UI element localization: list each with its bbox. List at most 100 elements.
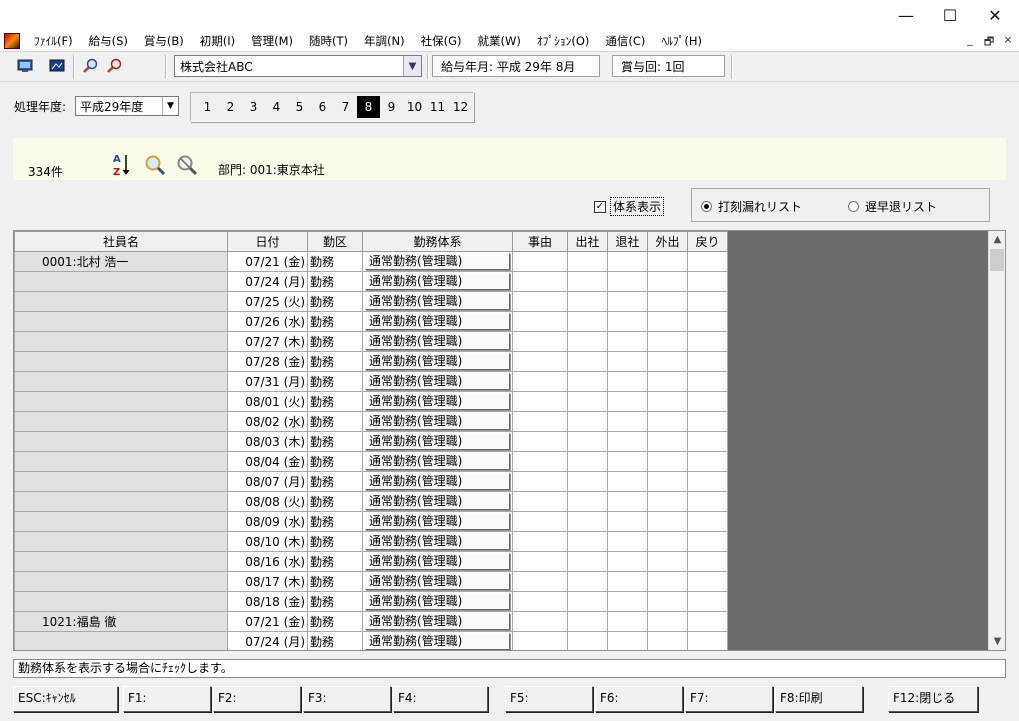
- clock-out-cell[interactable]: [607, 411, 648, 432]
- go-out-cell[interactable]: [647, 431, 688, 452]
- clock-out-cell[interactable]: [607, 631, 648, 650]
- column-header[interactable]: 事由: [512, 231, 568, 252]
- column-header[interactable]: 勤務体系: [362, 231, 513, 252]
- menu-item-9[interactable]: ｵﾌﾟｼｮﾝ(O): [529, 31, 598, 51]
- fkey-button-6[interactable]: F6:: [595, 686, 683, 712]
- clock-in-cell[interactable]: [567, 431, 608, 452]
- go-out-cell[interactable]: [647, 551, 688, 572]
- go-out-cell[interactable]: [647, 511, 688, 532]
- work-system-button[interactable]: 通常勤務(管理職): [365, 613, 510, 630]
- menu-item-6[interactable]: 年調(N): [356, 31, 413, 51]
- table-row[interactable]: 07/24 (月) 勤務 通常勤務(管理職): [14, 271, 728, 292]
- go-out-cell[interactable]: [647, 471, 688, 492]
- fkey-button-0[interactable]: ESC:ｷｬﾝｾﾙ: [13, 686, 118, 712]
- reason-cell[interactable]: [512, 531, 568, 552]
- go-out-cell[interactable]: [647, 611, 688, 632]
- work-system-button[interactable]: 通常勤務(管理職): [365, 553, 510, 570]
- reason-cell[interactable]: [512, 311, 568, 332]
- clock-out-cell[interactable]: [607, 471, 648, 492]
- reason-cell[interactable]: [512, 611, 568, 632]
- clock-in-cell[interactable]: [567, 331, 608, 352]
- go-out-cell[interactable]: [647, 571, 688, 592]
- return-cell[interactable]: [687, 371, 728, 392]
- clock-out-cell[interactable]: [607, 291, 648, 312]
- return-cell[interactable]: [687, 591, 728, 612]
- menu-item-0[interactable]: ﾌｧｲﾙ(F): [26, 31, 81, 51]
- go-out-cell[interactable]: [647, 531, 688, 552]
- table-row[interactable]: 08/18 (金) 勤務 通常勤務(管理職): [14, 591, 728, 612]
- table-row[interactable]: 07/24 (月) 勤務 通常勤務(管理職): [14, 631, 728, 650]
- table-row[interactable]: 08/09 (水) 勤務 通常勤務(管理職): [14, 511, 728, 532]
- menu-item-2[interactable]: 賞与(B): [136, 31, 192, 51]
- go-out-cell[interactable]: [647, 271, 688, 292]
- return-cell[interactable]: [687, 291, 728, 312]
- return-cell[interactable]: [687, 391, 728, 412]
- column-header[interactable]: 社員名: [14, 231, 228, 252]
- company-select[interactable]: 株式会社ABC ▼: [174, 55, 422, 77]
- fkey-button-4[interactable]: F4:: [393, 686, 488, 712]
- menu-item-5[interactable]: 随時(T): [301, 31, 356, 51]
- reason-cell[interactable]: [512, 371, 568, 392]
- reason-cell[interactable]: [512, 291, 568, 312]
- fkey-button-3[interactable]: F3:: [303, 686, 391, 712]
- clock-in-cell[interactable]: [567, 411, 608, 432]
- radio-dot[interactable]: [848, 201, 859, 212]
- clock-in-cell[interactable]: [567, 351, 608, 372]
- work-system-button[interactable]: 通常勤務(管理職): [365, 493, 510, 510]
- return-cell[interactable]: [687, 571, 728, 592]
- column-header[interactable]: 日付: [227, 231, 308, 252]
- go-out-cell[interactable]: [647, 311, 688, 332]
- table-row[interactable]: 07/31 (月) 勤務 通常勤務(管理職): [14, 371, 728, 392]
- clock-in-cell[interactable]: [567, 451, 608, 472]
- clock-out-cell[interactable]: [607, 591, 648, 612]
- clock-in-cell[interactable]: [567, 311, 608, 332]
- menu-item-8[interactable]: 就業(W): [470, 31, 529, 51]
- fkey-button-9[interactable]: F12:閉じる: [888, 686, 978, 712]
- clock-out-cell[interactable]: [607, 611, 648, 632]
- go-out-cell[interactable]: [647, 391, 688, 412]
- month-tab-12[interactable]: 12: [449, 96, 472, 118]
- column-header[interactable]: 戻り: [687, 231, 728, 252]
- maximize-button[interactable]: ☐: [927, 0, 973, 31]
- reason-cell[interactable]: [512, 391, 568, 412]
- menu-item-11[interactable]: ﾍﾙﾌﾟ(H): [653, 31, 710, 51]
- reason-cell[interactable]: [512, 511, 568, 532]
- return-cell[interactable]: [687, 471, 728, 492]
- return-cell[interactable]: [687, 331, 728, 352]
- clock-in-cell[interactable]: [567, 551, 608, 572]
- clock-in-cell[interactable]: [567, 371, 608, 392]
- month-tab-6[interactable]: 6: [311, 96, 334, 118]
- mdi-restore-icon[interactable]: 🗗: [981, 33, 997, 52]
- work-system-button[interactable]: 通常勤務(管理職): [365, 593, 510, 610]
- menu-item-4[interactable]: 管理(M): [243, 31, 301, 51]
- reason-cell[interactable]: [512, 431, 568, 452]
- fkey-button-8[interactable]: F8:印刷: [775, 686, 863, 712]
- work-system-button[interactable]: 通常勤務(管理職): [365, 333, 510, 350]
- clock-in-cell[interactable]: [567, 471, 608, 492]
- reason-cell[interactable]: [512, 271, 568, 292]
- table-row[interactable]: 08/08 (火) 勤務 通常勤務(管理職): [14, 491, 728, 512]
- work-system-button[interactable]: 通常勤務(管理職): [365, 353, 510, 370]
- clock-in-cell[interactable]: [567, 611, 608, 632]
- work-system-button[interactable]: 通常勤務(管理職): [365, 313, 510, 330]
- work-system-button[interactable]: 通常勤務(管理職): [365, 373, 510, 390]
- clock-out-cell[interactable]: [607, 551, 648, 572]
- clock-in-cell[interactable]: [567, 491, 608, 512]
- reason-cell[interactable]: [512, 631, 568, 650]
- go-out-cell[interactable]: [647, 331, 688, 352]
- return-cell[interactable]: [687, 531, 728, 552]
- reason-cell[interactable]: [512, 351, 568, 372]
- chevron-down-icon[interactable]: ▼: [403, 56, 421, 76]
- go-out-cell[interactable]: [647, 251, 688, 272]
- return-cell[interactable]: [687, 411, 728, 432]
- column-header[interactable]: 外出: [647, 231, 688, 252]
- vertical-scrollbar[interactable]: ▲ ▼: [988, 231, 1005, 650]
- clock-out-cell[interactable]: [607, 311, 648, 332]
- table-row[interactable]: 07/28 (金) 勤務 通常勤務(管理職): [14, 351, 728, 372]
- year-select[interactable]: 平成29年度 ▼: [75, 96, 179, 116]
- screen-icon[interactable]: [48, 57, 66, 75]
- column-header[interactable]: 勤区: [307, 231, 363, 252]
- reason-cell[interactable]: [512, 331, 568, 352]
- month-tab-11[interactable]: 11: [426, 96, 449, 118]
- clock-out-cell[interactable]: [607, 451, 648, 472]
